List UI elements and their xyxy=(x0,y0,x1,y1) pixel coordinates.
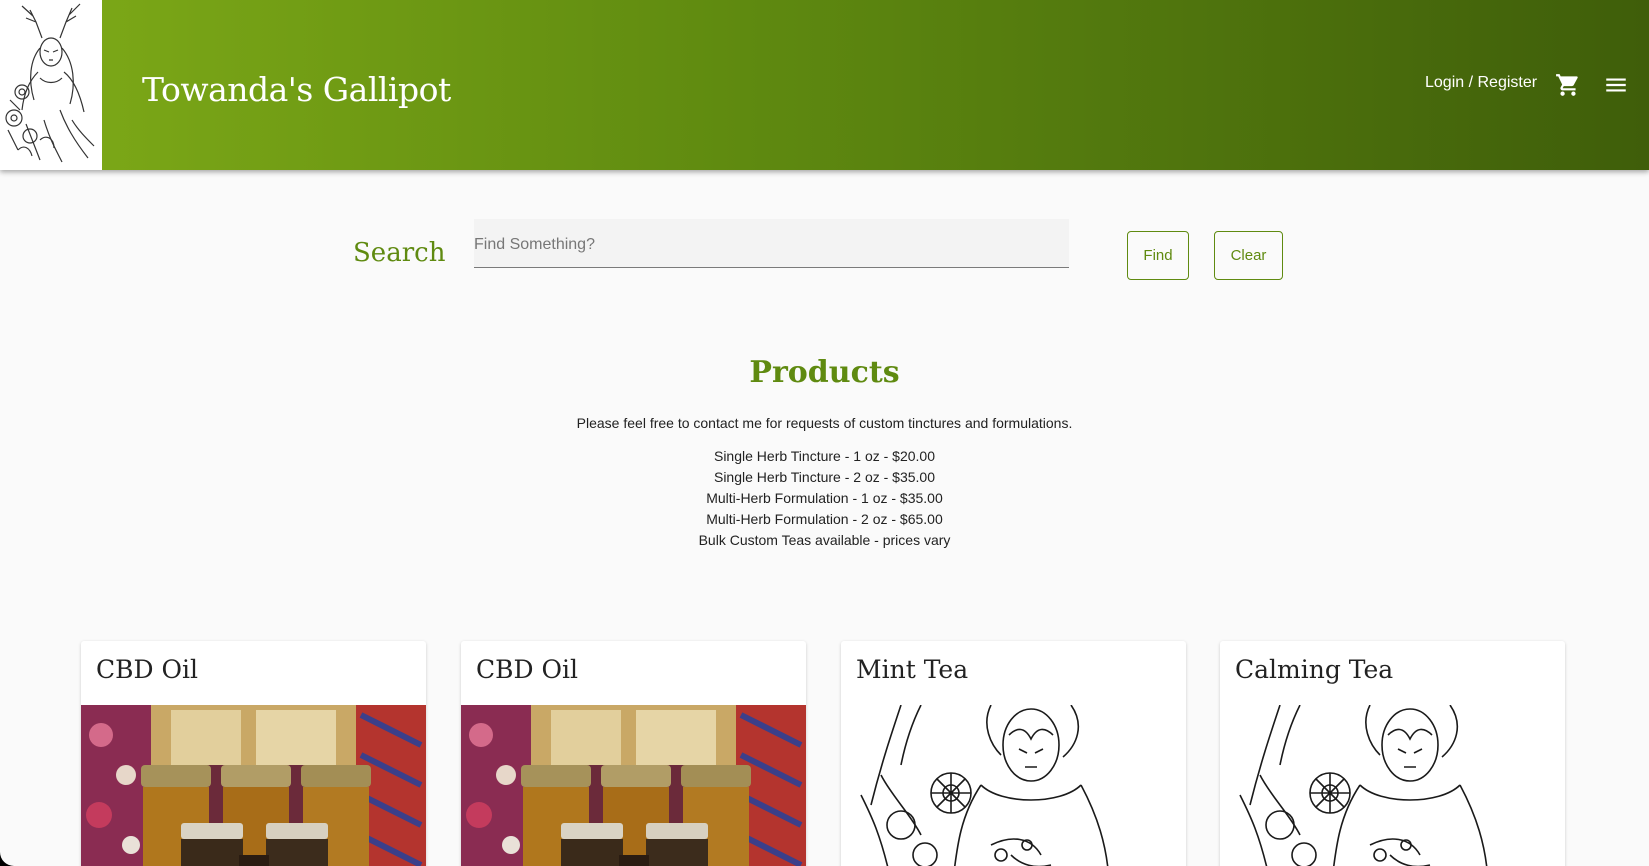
search-input[interactable] xyxy=(474,233,1069,257)
price-list-item: Single Herb Tincture - 2 oz - $35.00 xyxy=(713,469,935,485)
search-label: Search xyxy=(353,238,446,268)
find-button[interactable]: Find xyxy=(1127,231,1189,280)
line-art-illustration-icon xyxy=(841,705,1186,866)
products-heading: Products xyxy=(749,355,900,390)
price-list-item: Single Herb Tincture - 1 oz - $20.00 xyxy=(713,448,935,464)
product-image[interactable] xyxy=(81,705,426,866)
product-image[interactable] xyxy=(461,705,806,866)
price-list-item: Multi-Herb Formulation - 2 oz - $65.00 xyxy=(706,511,943,527)
product-card[interactable]: CBD Oil xyxy=(81,641,426,866)
products-intro: Please feel free to contact me for reque… xyxy=(576,415,1073,431)
site-title[interactable]: Towanda's Gallipot xyxy=(142,70,451,109)
product-card-title[interactable]: Mint Tea xyxy=(856,655,968,684)
shopping-cart-icon[interactable] xyxy=(1555,72,1581,98)
product-card[interactable]: CBD Oil xyxy=(461,641,806,866)
price-list: Single Herb Tincture - 1 oz - $20.00 Sin… xyxy=(0,446,1649,551)
product-card-title[interactable]: CBD Oil xyxy=(476,655,578,684)
price-list-item: Multi-Herb Formulation - 1 oz - $35.00 xyxy=(706,490,943,506)
search-field[interactable] xyxy=(474,219,1069,268)
jars-photo-icon xyxy=(81,705,426,866)
page: Towanda's Gallipot Login / Register Sear… xyxy=(0,0,1649,866)
site-logo[interactable] xyxy=(0,0,102,170)
product-image[interactable] xyxy=(1220,705,1565,866)
product-card-title[interactable]: CBD Oil xyxy=(96,655,198,684)
jars-photo-icon xyxy=(461,705,806,866)
product-card-title[interactable]: Calming Tea xyxy=(1235,655,1393,684)
antlered-figure-logo-icon xyxy=(5,3,95,163)
clear-button[interactable]: Clear xyxy=(1214,231,1283,280)
hamburger-menu-icon[interactable] xyxy=(1602,72,1630,98)
product-image[interactable] xyxy=(841,705,1186,866)
price-list-item: Bulk Custom Teas available - prices vary xyxy=(698,532,951,548)
login-register-link[interactable]: Login / Register xyxy=(1425,74,1537,92)
product-card[interactable]: Calming Tea xyxy=(1220,641,1565,866)
line-art-illustration-icon xyxy=(1220,705,1565,866)
app-header: Towanda's Gallipot Login / Register xyxy=(0,0,1649,170)
product-card[interactable]: Mint Tea xyxy=(841,641,1186,866)
